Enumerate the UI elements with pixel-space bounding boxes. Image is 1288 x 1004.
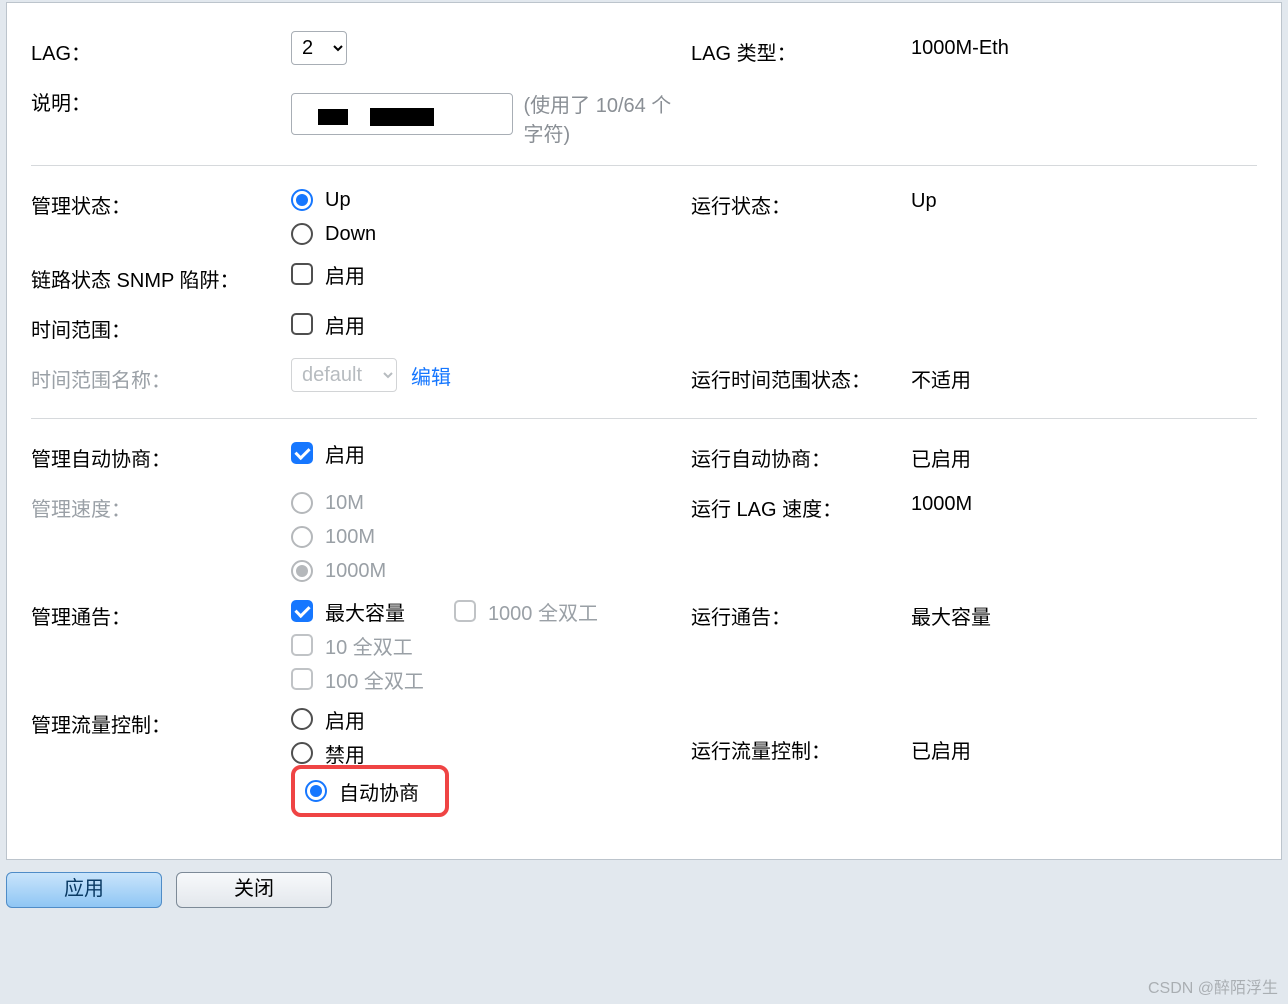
admin-adv-label: 管理通告： [31,595,291,630]
watermark: CSDN @醉陌浮生 [1148,974,1278,998]
description-hint: (使用了 10/64 个字符) [523,81,691,147]
speed-1000-label: 1000M [325,560,386,583]
admin-state-up-label: Up [325,189,351,212]
oper-flow-value: 已启用 [911,703,1171,764]
auto-neg-label: 管理自动协商： [31,437,291,472]
oper-speed-label: 运行 LAG 速度： [691,487,911,522]
flow-enable-label: 启用 [325,705,365,734]
adv-max-checkbox[interactable] [291,600,313,622]
flow-auto-radio[interactable] [305,780,327,802]
button-bar: 应用 关闭 [6,872,1282,908]
speed-100-radio [291,526,313,548]
settings-panel: LAG： 2 LAG 类型： 1000M-Eth 说明： (使用了 10/64 … [6,2,1282,860]
oper-flow-label: 运行流量控制： [691,703,911,764]
snmp-trap-checkbox[interactable] [291,263,313,285]
oper-adv-label: 运行通告： [691,595,911,630]
oper-adv-value: 最大容量 [911,595,1171,630]
speed-10-label: 10M [325,492,364,515]
adv-1000fd-label: 1000 全双工 [488,597,598,626]
admin-state-down-label: Down [325,223,376,246]
admin-state-down-radio[interactable] [291,223,313,245]
admin-state-label: 管理状态： [31,184,291,219]
snmp-trap-opt-label: 启用 [325,260,365,289]
time-range-name-select: default [291,358,397,392]
lag-select[interactable]: 2 [291,31,347,65]
lag-type-value: 1000M-Eth [911,31,1171,60]
speed-100-label: 100M [325,526,375,549]
speed-1000-radio [291,560,313,582]
admin-speed-label: 管理速度： [31,487,291,522]
auto-neg-opt-label: 启用 [325,439,365,468]
lag-type-label: LAG 类型： [691,31,911,66]
admin-state-up-radio[interactable] [291,189,313,211]
flow-disable-label: 禁用 [325,739,365,768]
oper-time-range-value: 不适用 [911,358,1171,393]
oper-auto-neg-value: 已启用 [911,437,1171,472]
close-button[interactable]: 关闭 [176,872,332,908]
flow-enable-radio[interactable] [291,708,313,730]
adv-10fd-label: 10 全双工 [325,631,413,660]
time-range-checkbox[interactable] [291,313,313,335]
oper-auto-neg-label: 运行自动协商： [691,437,911,472]
divider [31,165,1257,166]
description-input[interactable] [291,93,513,135]
apply-button[interactable]: 应用 [6,872,162,908]
adv-10fd-checkbox [291,634,313,656]
flow-ctrl-label: 管理流量控制： [31,703,291,738]
snmp-trap-label: 链路状态 SNMP 陷阱： [31,258,291,293]
speed-10-radio [291,492,313,514]
time-range-label: 时间范围： [31,308,291,343]
flow-disable-radio[interactable] [291,742,313,764]
time-range-name-label: 时间范围名称： [31,358,291,393]
oper-time-range-label: 运行时间范围状态： [691,358,911,393]
oper-speed-value: 1000M [911,487,1171,516]
time-range-opt-label: 启用 [325,310,365,339]
description-label: 说明： [31,81,291,116]
adv-max-label: 最大容量 [325,597,405,626]
flow-auto-highlight: 自动协商 [291,765,449,817]
oper-state-label: 运行状态： [691,184,911,219]
adv-100fd-label: 100 全双工 [325,665,424,694]
auto-neg-checkbox[interactable] [291,442,313,464]
oper-state-value: Up [911,184,1171,213]
flow-auto-label: 自动协商 [339,777,419,806]
adv-1000fd-checkbox [454,600,476,622]
divider [31,418,1257,419]
adv-100fd-checkbox [291,668,313,690]
time-range-edit-link[interactable]: 编辑 [411,361,451,390]
lag-label: LAG： [31,31,291,66]
